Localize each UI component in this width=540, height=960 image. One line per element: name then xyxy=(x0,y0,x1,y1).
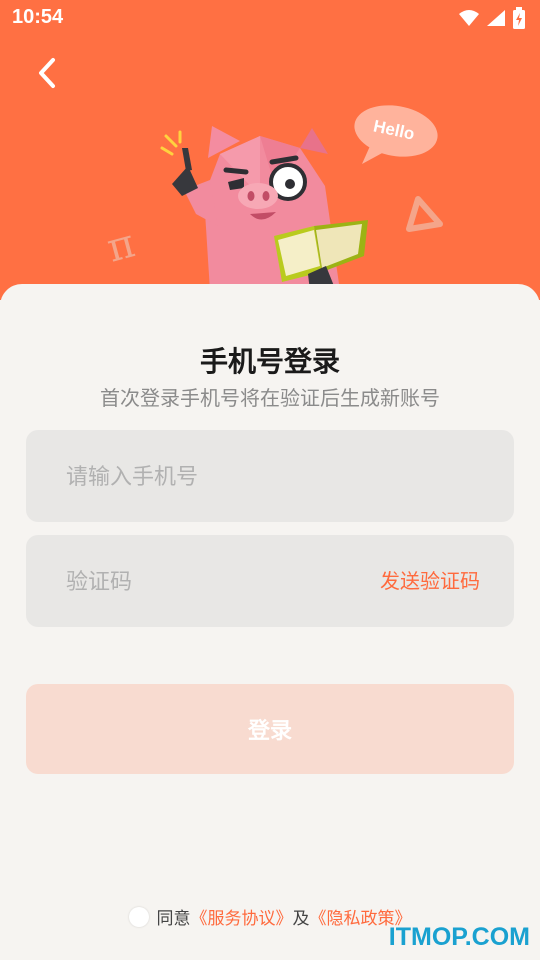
status-bar: 10:54 xyxy=(0,0,540,36)
agreement-prefix: 同意 xyxy=(156,909,191,929)
verification-code-input[interactable] xyxy=(64,535,368,629)
signal-icon xyxy=(487,10,505,26)
agreement-radio[interactable] xyxy=(128,906,149,927)
code-field: 发送验证码 xyxy=(26,535,514,629)
pi-symbol: π xyxy=(102,220,139,271)
service-agreement-link[interactable]: 《服务协议》 xyxy=(191,904,293,929)
phone-input[interactable] xyxy=(64,430,368,524)
status-time: 10:54 xyxy=(12,6,64,28)
watermark: ITMOP.COM xyxy=(388,923,530,951)
hello-speech-bubble: Hello xyxy=(354,105,438,164)
back-arrow-icon xyxy=(39,58,55,88)
back-button[interactable] xyxy=(30,56,64,90)
send-code-button[interactable]: 发送验证码 xyxy=(380,535,480,627)
pig-mascot-illustration: π Hello xyxy=(102,105,443,291)
page-title: 手机号登录 xyxy=(199,345,340,378)
page-subtitle: 首次登录手机号将在验证后生成新账号 xyxy=(100,386,440,410)
battery-icon xyxy=(513,7,525,29)
phone-field xyxy=(26,430,514,524)
wifi-icon xyxy=(459,10,479,26)
login-button[interactable]: 登录 xyxy=(26,684,514,774)
agreement-connector: 及 xyxy=(292,909,310,929)
triangle-shape xyxy=(406,196,443,232)
status-icons xyxy=(458,7,526,29)
